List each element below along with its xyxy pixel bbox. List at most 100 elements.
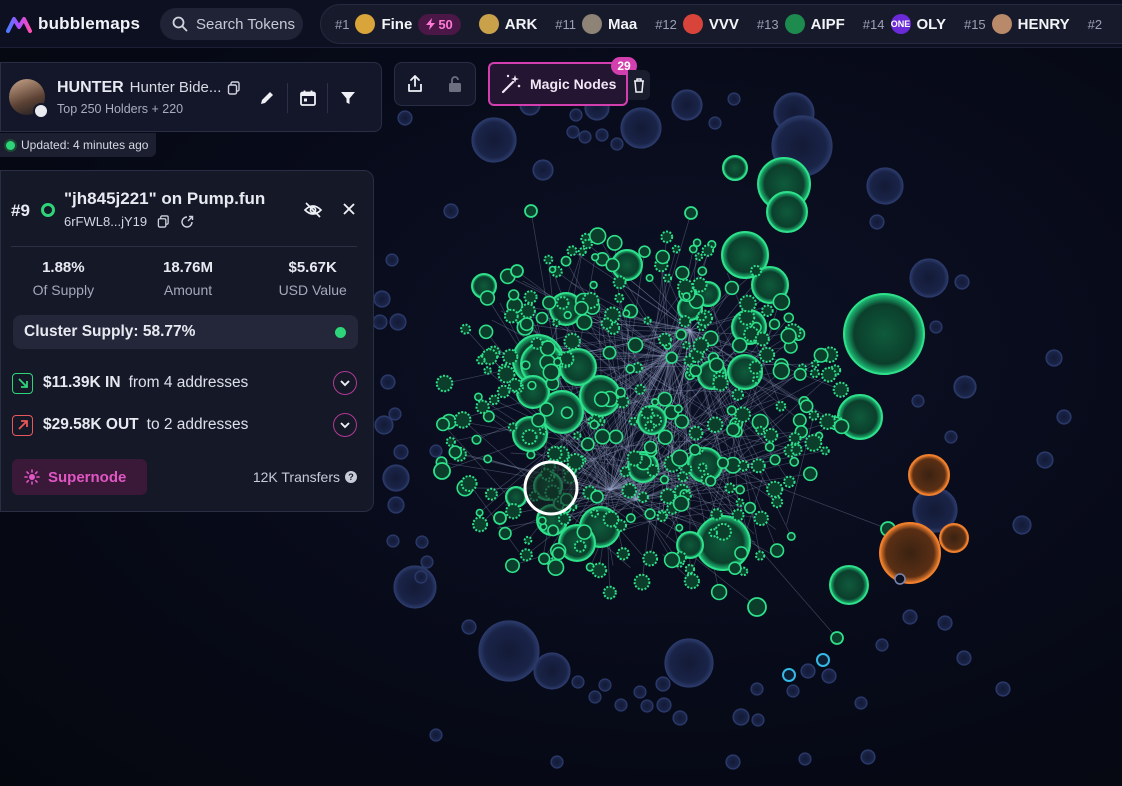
holder-node-small[interactable]: [692, 238, 702, 247]
copy-icon[interactable]: [227, 80, 241, 95]
holder-bubble[interactable]: [750, 682, 764, 696]
holder-bubble[interactable]: [725, 754, 741, 770]
copy-address-icon[interactable]: [157, 215, 170, 228]
holder-node-small[interactable]: [665, 351, 678, 364]
holder-node-small[interactable]: [766, 480, 784, 498]
holder-node-small[interactable]: [820, 446, 830, 456]
holder-bubble[interactable]: [386, 534, 400, 548]
holder-node-small[interactable]: [616, 547, 630, 561]
holder-bubble[interactable]: [640, 699, 654, 713]
holder-node-small[interactable]: [682, 341, 691, 350]
holder-node-small[interactable]: [475, 508, 484, 517]
holder-node-small[interactable]: [590, 489, 604, 504]
holder-node-small[interactable]: [559, 351, 575, 367]
holder-node-small[interactable]: [750, 264, 762, 277]
holder-bubble[interactable]: [866, 167, 904, 205]
holder-bubble[interactable]: [944, 430, 958, 444]
holder-bubble[interactable]: [860, 749, 876, 765]
holder-bubble[interactable]: [380, 374, 396, 390]
holder-node-small[interactable]: [726, 405, 737, 416]
holder-node-small[interactable]: [751, 375, 760, 384]
holder-node-small[interactable]: [537, 516, 547, 526]
supernode-button[interactable]: Supernode: [12, 459, 147, 495]
holder-bubble[interactable]: [800, 663, 816, 679]
holder-node-small[interactable]: [472, 516, 489, 533]
holder-node-small[interactable]: [771, 496, 784, 509]
holder-node-small[interactable]: [606, 234, 623, 251]
holder-node-small[interactable]: [542, 295, 557, 310]
ticker-item[interactable]: #13 AIPF: [757, 14, 845, 34]
holder-node-small[interactable]: [638, 245, 651, 258]
holder-node-small[interactable]: [566, 453, 585, 471]
holder-bubble[interactable]: [708, 116, 722, 130]
holder-node-small[interactable]: [608, 429, 624, 445]
holder-node-small[interactable]: [747, 597, 767, 617]
holder-node-small[interactable]: [643, 316, 652, 325]
holder-node-small[interactable]: [726, 422, 741, 437]
holder-node-small[interactable]: [555, 296, 570, 310]
holder-node-small[interactable]: [502, 348, 519, 365]
holder-node-small[interactable]: [530, 337, 544, 350]
holder-node-small[interactable]: [505, 503, 522, 520]
holder-node-small[interactable]: [589, 419, 600, 430]
holder-bubble-cyan[interactable]: [782, 668, 796, 682]
app-logo[interactable]: bubblemaps: [6, 13, 140, 35]
holder-node-small[interactable]: [716, 456, 730, 470]
holder-node-small[interactable]: [539, 402, 554, 417]
holder-node-small[interactable]: [748, 360, 763, 375]
holder-node-small[interactable]: [809, 368, 820, 379]
ticker-item[interactable]: #2: [1088, 17, 1102, 32]
holder-node-small[interactable]: [783, 312, 795, 324]
holder-node-small[interactable]: [689, 364, 703, 378]
holder-node-small[interactable]: [642, 550, 659, 567]
holder-node-small[interactable]: [744, 501, 757, 514]
holder-node-small[interactable]: [582, 238, 593, 250]
holder-bubble-green[interactable]: [766, 191, 808, 233]
holder-bubble[interactable]: [727, 92, 741, 106]
holder-node-small[interactable]: [802, 466, 818, 482]
holder-node-small[interactable]: [628, 416, 639, 426]
holder-bubble[interactable]: [869, 214, 885, 230]
holder-bubble[interactable]: [995, 681, 1011, 697]
holder-node-small[interactable]: [792, 413, 807, 428]
holder-node-small[interactable]: [640, 405, 654, 420]
holder-node-small[interactable]: [724, 280, 740, 296]
expand-inflow-chevron-icon[interactable]: [333, 371, 357, 395]
holder-node-small[interactable]: [692, 337, 710, 354]
holder-node-small[interactable]: [445, 436, 456, 447]
search-tokens-button[interactable]: Search Tokens: [160, 8, 303, 40]
holder-node-small[interactable]: [643, 440, 658, 455]
holder-bubble[interactable]: [953, 375, 977, 399]
holder-node-small[interactable]: [576, 524, 593, 540]
holder-node-small[interactable]: [735, 484, 745, 495]
holder-node-small[interactable]: [697, 462, 708, 473]
holder-node-small[interactable]: [755, 425, 766, 436]
holder-bubble[interactable]: [875, 638, 889, 652]
holder-bubble[interactable]: [393, 565, 437, 609]
holder-node-small[interactable]: [761, 304, 774, 318]
holder-node-small[interactable]: [435, 374, 454, 393]
holder-node-small[interactable]: [697, 266, 708, 276]
holder-bubble-orange[interactable]: [939, 523, 969, 553]
holder-node-small[interactable]: [894, 573, 906, 585]
holder-node-small[interactable]: [574, 300, 589, 316]
holder-node-small[interactable]: [772, 362, 790, 380]
holder-node-small[interactable]: [684, 206, 698, 220]
holder-node-small[interactable]: [674, 414, 690, 429]
holder-bubble[interactable]: [471, 117, 517, 163]
holder-node-small[interactable]: [488, 394, 500, 406]
holder-node-small[interactable]: [498, 526, 512, 541]
holder-node-small[interactable]: [594, 428, 611, 445]
holder-node-small[interactable]: [644, 420, 656, 432]
holder-node-small[interactable]: [602, 510, 620, 528]
holder-node-small[interactable]: [660, 230, 674, 244]
holder-bubble[interactable]: [389, 313, 407, 331]
holder-node-small[interactable]: [503, 308, 519, 324]
holder-bubble[interactable]: [461, 619, 477, 635]
holder-node-small[interactable]: [612, 275, 627, 290]
holder-node-small[interactable]: [728, 561, 742, 576]
holder-node-small[interactable]: [460, 323, 472, 335]
holder-node-small[interactable]: [663, 551, 681, 569]
holder-bubble[interactable]: [902, 609, 918, 625]
holder-bubble[interactable]: [373, 290, 391, 308]
